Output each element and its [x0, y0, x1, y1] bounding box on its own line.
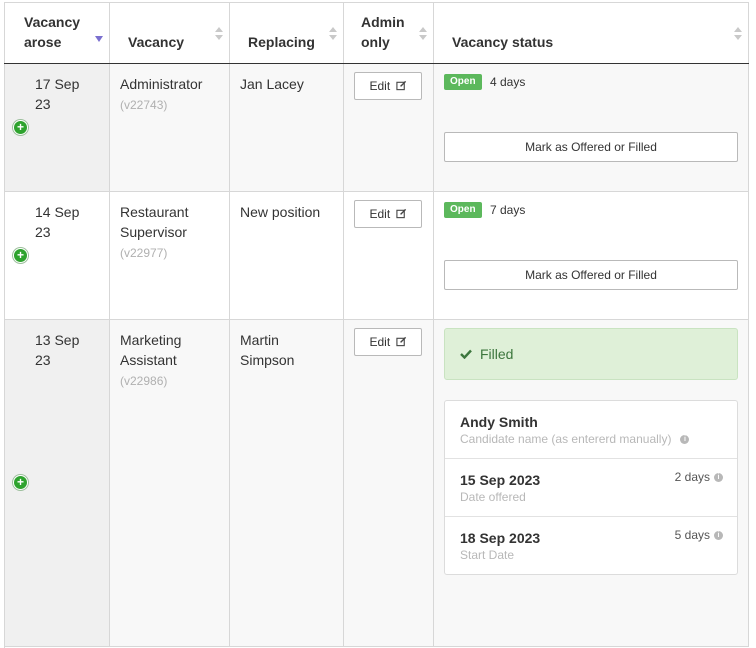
header-divider: [4, 63, 749, 64]
status-cell: Open 4 days Mark as Offered or Filled: [434, 64, 749, 192]
edit-button[interactable]: Edit: [354, 200, 422, 228]
date-offered-row: 15 Sep 2023 Date offered 2 days i: [445, 459, 737, 517]
date-cell: 13 Sep 23 +: [5, 320, 110, 647]
header-admin-only[interactable]: Admin only: [344, 3, 434, 64]
offered-caption: Date offered: [460, 490, 526, 504]
info-icon[interactable]: i: [714, 531, 723, 541]
status-cell: Open 7 days Mark as Offered or Filled: [434, 192, 749, 320]
mark-offered-filled-button[interactable]: Mark as Offered or Filled: [444, 260, 738, 290]
date-text: 23: [35, 96, 51, 112]
replacing-text: Simpson: [240, 352, 295, 368]
add-icon[interactable]: +: [13, 248, 28, 263]
start-caption: Start Date: [460, 548, 515, 562]
date-cell: 17 Sep 23 +: [5, 64, 110, 192]
date-text: 14 Sep: [35, 204, 80, 220]
edit-button[interactable]: Edit: [354, 72, 422, 100]
replacing-text: New position: [240, 204, 321, 220]
replacing-text: Jan Lacey: [240, 76, 304, 92]
offered-days: 2 days: [674, 470, 710, 484]
header-vacancy-arose[interactable]: Vacancy arose: [5, 3, 110, 64]
sort-desc-icon[interactable]: [95, 36, 103, 42]
sort-icon[interactable]: [329, 27, 337, 41]
header-label: Admin: [361, 14, 405, 30]
date-text: 23: [35, 224, 51, 240]
vacancy-cell: Marketing Assistant (v22986): [110, 320, 230, 647]
header-label: Vacancy: [24, 14, 81, 30]
start-days: 5 days: [674, 528, 710, 542]
edit-label: Edit: [369, 207, 391, 221]
header-vacancy-status[interactable]: Vacancy status: [434, 3, 749, 64]
vacancy-table: Vacancy arose Vacancy Replacing Admin only…: [4, 2, 749, 648]
header-replacing[interactable]: Replacing: [230, 3, 344, 64]
candidate-row: Andy Smith Candidate name (as entererd m…: [445, 401, 737, 459]
status-badge: Open: [444, 202, 482, 218]
filled-alert: Filled: [444, 328, 738, 380]
replacing-cell: New position: [230, 192, 344, 320]
info-icon[interactable]: i: [680, 435, 690, 445]
header-label: Vacancy: [128, 34, 185, 50]
vacancy-title[interactable]: Marketing: [120, 332, 181, 348]
replacing-cell: Martin Simpson: [230, 320, 344, 647]
date-text: 23: [35, 352, 51, 368]
edit-button[interactable]: Edit: [354, 328, 422, 356]
admin-cell: Edit: [344, 192, 434, 320]
candidate-caption: Candidate name (as entererd manually): [460, 432, 672, 446]
date-text: 13 Sep: [35, 332, 80, 348]
header-label: arose: [24, 34, 62, 50]
edit-icon: [395, 336, 406, 347]
vacancy-ref: (v22977): [120, 246, 168, 260]
status-days: 7 days: [490, 203, 526, 217]
sort-icon[interactable]: [419, 27, 427, 41]
header-label: Vacancy status: [452, 34, 554, 50]
admin-cell: Edit: [344, 320, 434, 647]
sort-icon[interactable]: [215, 27, 223, 41]
vacancy-title[interactable]: Administrator: [120, 76, 202, 92]
status-days: 4 days: [490, 75, 526, 89]
fill-details-panel: Andy Smith Candidate name (as entererd m…: [444, 400, 738, 575]
sort-icon[interactable]: [734, 27, 742, 41]
start-date-row: 18 Sep 2023 Start Date 5 days i: [445, 517, 737, 575]
replacing-text: Martin: [240, 332, 279, 348]
status-cell: Filled Andy Smith Candidate name (as ent…: [434, 320, 749, 647]
edit-label: Edit: [369, 79, 391, 93]
candidate-name: Andy Smith: [460, 414, 538, 430]
edit-icon: [395, 80, 406, 91]
vacancy-ref: (v22986): [120, 374, 168, 388]
status-badge: Open: [444, 74, 482, 90]
add-icon[interactable]: +: [13, 475, 28, 490]
date-cell: 14 Sep 23 +: [5, 192, 110, 320]
vacancy-title[interactable]: Assistant: [120, 352, 177, 368]
date-text: 17 Sep: [35, 76, 80, 92]
info-icon[interactable]: i: [714, 473, 723, 483]
edit-label: Edit: [369, 335, 391, 349]
check-icon: [460, 349, 472, 359]
header-vacancy[interactable]: Vacancy: [110, 3, 230, 64]
filled-label: Filled: [480, 346, 514, 362]
edit-icon: [395, 208, 406, 219]
offered-date: 15 Sep 2023: [460, 472, 541, 488]
header-label: Replacing: [248, 34, 315, 50]
admin-cell: Edit: [344, 64, 434, 192]
vacancy-cell: Restaurant Supervisor (v22977): [110, 192, 230, 320]
vacancy-title[interactable]: Supervisor: [120, 224, 187, 240]
header-label: only: [361, 34, 390, 50]
start-date: 18 Sep 2023: [460, 530, 541, 546]
add-icon[interactable]: +: [13, 120, 28, 135]
vacancy-cell: Administrator (v22743): [110, 64, 230, 192]
vacancy-ref: (v22743): [120, 98, 168, 112]
replacing-cell: Jan Lacey: [230, 64, 344, 192]
mark-offered-filled-button[interactable]: Mark as Offered or Filled: [444, 132, 738, 162]
vacancy-title[interactable]: Restaurant: [120, 204, 188, 220]
